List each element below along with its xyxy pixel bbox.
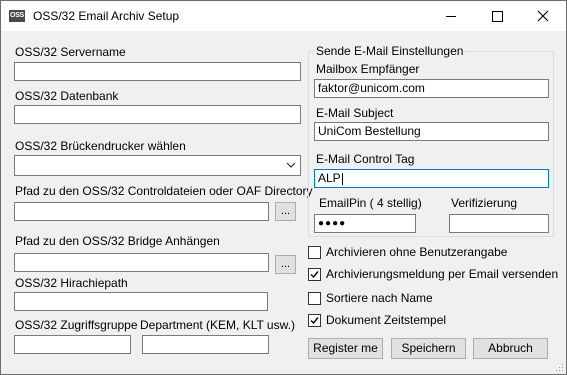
empfaenger-input[interactable]: faktor@unicom.com (314, 79, 549, 98)
speichern-button[interactable]: Speichern (391, 338, 466, 359)
setup-window: OSS OSS/32 Email Archiv Setup OSS/32 Ser… (0, 0, 567, 375)
option-label: Archivieren ohne Benutzerangabe (326, 245, 508, 259)
verifizierung-input[interactable] (449, 214, 549, 233)
empfaenger-label: Mailbox Empfänger (316, 62, 420, 76)
checkbox[interactable] (308, 291, 321, 305)
servername-label: OSS/32 Servername (15, 45, 126, 59)
minimize-button[interactable] (428, 1, 474, 31)
chevron-down-icon (286, 162, 296, 168)
drucker-label: OSS/32 Brückendrucker wählen (15, 139, 186, 153)
minimize-icon (446, 15, 456, 17)
control-tag-input[interactable]: ALP (314, 169, 549, 188)
bridgepfad-browse-button[interactable]: ... (275, 255, 296, 274)
hirachie-input[interactable] (14, 292, 268, 311)
datenbank-input[interactable] (14, 105, 301, 124)
zugriff-input[interactable] (14, 335, 131, 354)
verifizierung-label: Verifizierung (451, 196, 518, 210)
controlpfad-label: Pfad zu den OSS/32 Controldateien oder O… (15, 184, 313, 198)
checkmark-icon (310, 270, 319, 278)
drucker-select[interactable] (14, 155, 301, 176)
subject-input[interactable]: UniCom Bestellung (314, 122, 549, 141)
app-icon: OSS (9, 10, 25, 22)
department-input[interactable] (142, 335, 269, 354)
control-tag-value: ALP (318, 171, 341, 185)
checkbox-checked[interactable] (308, 313, 321, 327)
title-bar: OSS OSS/32 Email Archiv Setup (1, 1, 566, 31)
option-dokument-zeitstempel[interactable]: Dokument Zeitstempel (308, 313, 446, 327)
option-archivieren-ohne-benutzer[interactable]: Archivieren ohne Benutzerangabe (308, 245, 507, 259)
zugriff-label: OSS/32 Zugriffsgruppe (15, 318, 138, 332)
option-sortiere-nach-name[interactable]: Sortiere nach Name (308, 291, 433, 305)
register-button[interactable]: Register me (308, 338, 383, 359)
option-label: Archivierungsmeldung per Email versenden (326, 267, 559, 281)
bridgepfad-label: Pfad zu den OSS/32 Bridge Anhängen (15, 234, 220, 248)
maximize-icon (491, 10, 503, 22)
maximize-button[interactable] (474, 1, 520, 31)
email-settings-title: Sende E-Mail Einstellungen (314, 44, 466, 58)
close-button[interactable] (520, 1, 566, 31)
hirachie-label: OSS/32 Hirachiepath (15, 276, 128, 290)
pin-label: EmailPin ( 4 stellig) (319, 196, 422, 210)
subject-label: E-Mail Subject (316, 106, 394, 120)
controlpfad-input[interactable] (14, 202, 269, 221)
text-caret (341, 172, 343, 185)
window-title: OSS/32 Email Archiv Setup (33, 9, 180, 23)
department-label: Department (KEM, KLT usw.) (140, 318, 295, 332)
option-label: Sortiere nach Name (326, 291, 433, 305)
controlpfad-browse-button[interactable]: ... (275, 202, 296, 221)
pin-input[interactable]: ●●●● (314, 214, 416, 233)
abbruch-button[interactable]: Abbruch (473, 338, 548, 359)
close-icon (537, 10, 549, 22)
option-label: Dokument Zeitstempel (326, 313, 447, 327)
checkmark-icon (310, 316, 319, 324)
resize-grip-icon[interactable] (554, 362, 564, 372)
datenbank-label: OSS/32 Datenbank (15, 89, 119, 103)
control-tag-label: E-Mail Control Tag (316, 152, 415, 166)
checkbox-checked[interactable] (308, 267, 321, 281)
checkbox[interactable] (308, 245, 321, 259)
option-archivierungsmeldung-email[interactable]: Archivierungsmeldung per Email versenden (308, 267, 558, 281)
servername-input[interactable] (14, 62, 301, 81)
bridgepfad-input[interactable] (14, 253, 269, 272)
